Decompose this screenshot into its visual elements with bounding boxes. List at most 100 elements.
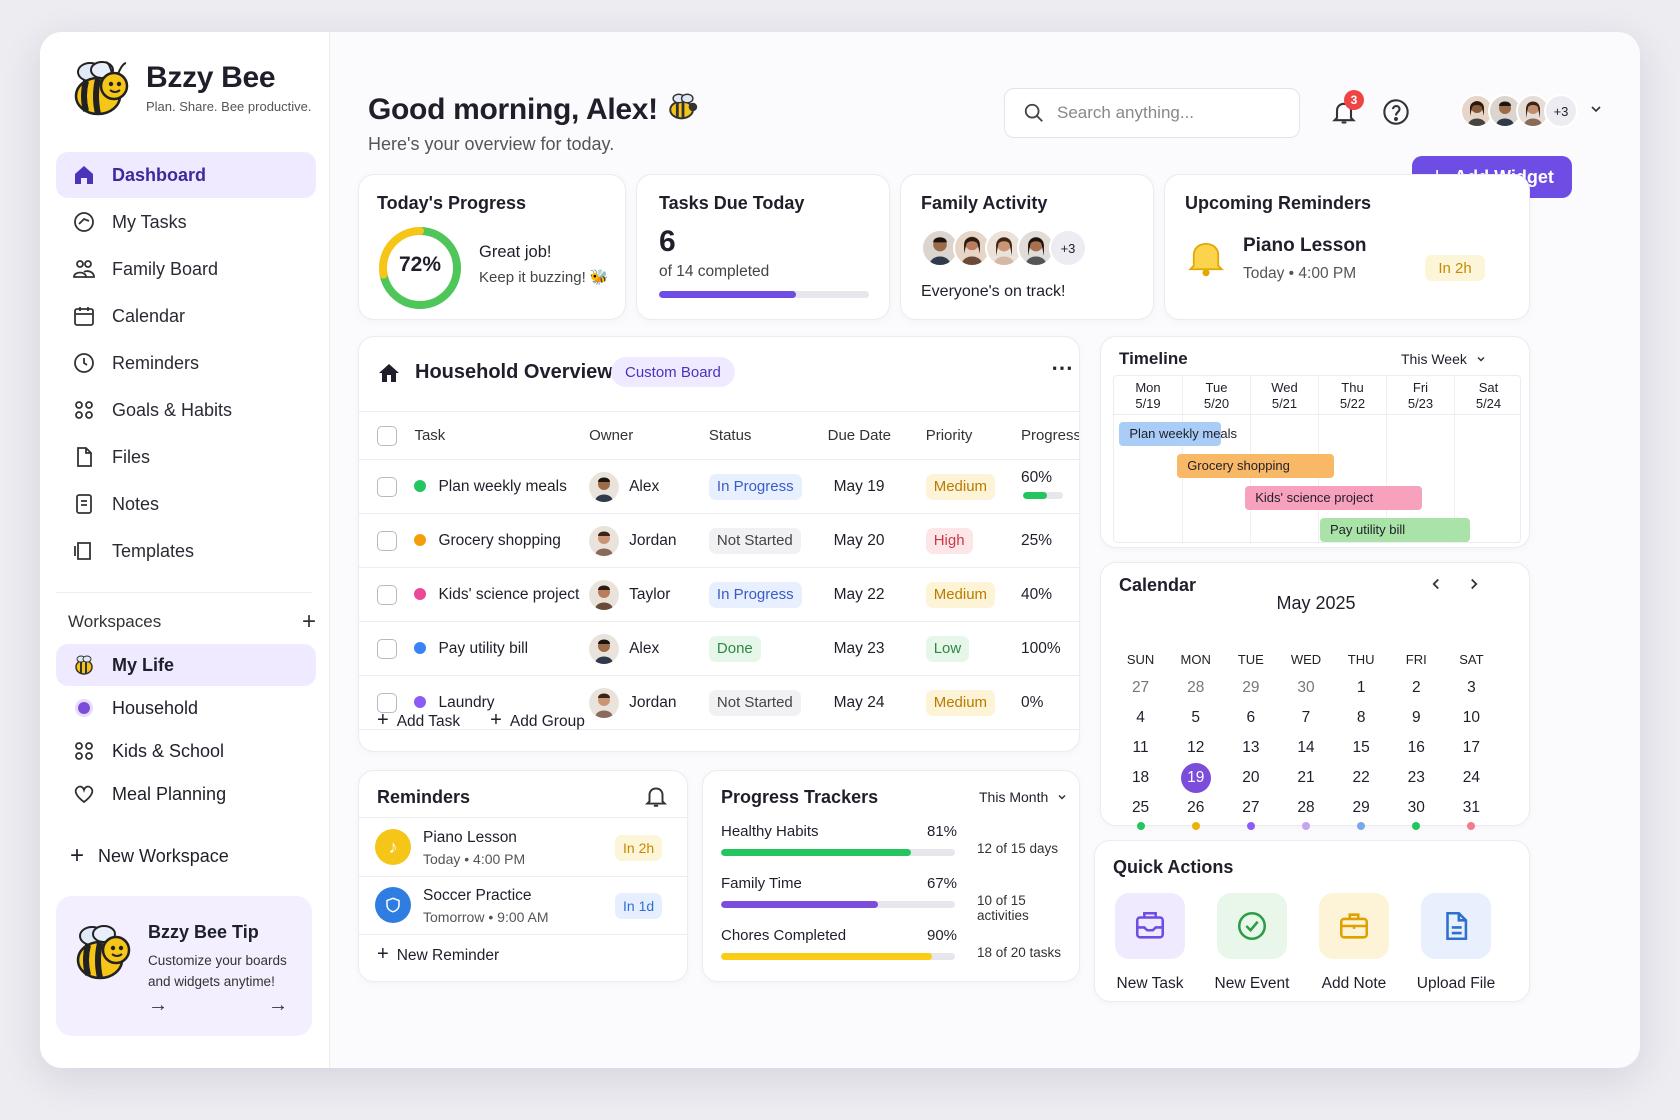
help-icon[interactable] [1382, 98, 1410, 126]
calendar-day[interactable]: 20 [1223, 763, 1278, 793]
nav-item-files[interactable]: Files [56, 434, 316, 480]
calendar-day[interactable]: 29 [1223, 673, 1278, 703]
calendar-day[interactable]: 28 [1278, 793, 1333, 830]
calendar-day[interactable]: 3 [1444, 673, 1499, 703]
calendar-day[interactable]: 23 [1389, 763, 1444, 793]
select-all-checkbox[interactable] [377, 425, 397, 446]
add-workspace-icon[interactable]: + [302, 610, 316, 634]
reminder-badge: In 1d [615, 893, 663, 919]
nav-item-reminders[interactable]: Reminders [56, 340, 316, 386]
calendar-day[interactable]: 1 [1334, 673, 1389, 703]
nav-item-templates[interactable]: Templates [56, 528, 316, 574]
calendar-day[interactable]: 27 [1223, 793, 1278, 830]
calendar-day[interactable]: 19 [1168, 763, 1223, 793]
col-status: Status [708, 411, 828, 460]
status-badge: Not Started [708, 527, 801, 554]
calendar-day[interactable]: 7 [1278, 703, 1333, 733]
table-row[interactable]: Pay utility bill Alex Done May 23 Low 100% [359, 621, 1079, 676]
custom-board-tag[interactable]: Custom Board [611, 357, 735, 387]
family-status: Everyone's on track! [921, 283, 1066, 300]
col-priority: Priority [925, 411, 1021, 460]
more-members-badge[interactable]: +3 [1544, 94, 1578, 128]
calendar-day[interactable]: 12 [1168, 733, 1223, 763]
workspace-household[interactable]: Household [56, 687, 316, 729]
add-task-button[interactable]: + Add Task [377, 709, 460, 732]
search-input[interactable]: Search anything... [1004, 88, 1300, 138]
workspace-my-life[interactable]: My Life [56, 644, 316, 686]
calendar-day[interactable]: 14 [1278, 733, 1333, 763]
bell-icon[interactable] [643, 783, 669, 809]
member-avatars[interactable]: +3 [1460, 94, 1604, 128]
new-workspace-button[interactable]: + New Workspace [70, 844, 229, 868]
calendar-day[interactable]: 9 [1389, 703, 1444, 733]
calendar-day[interactable]: 31 [1444, 793, 1499, 830]
reminder-item[interactable]: Soccer Practice Tomorrow • 9:00 AM In 1d [359, 877, 687, 935]
calendar-day[interactable]: 25 [1113, 793, 1168, 830]
calendar-day[interactable]: 27 [1113, 673, 1168, 703]
row-checkbox[interactable] [377, 476, 397, 497]
nav-item-notes[interactable]: Notes [56, 481, 316, 527]
trackers-range-select[interactable]: This Month [979, 789, 1068, 805]
nav-item-family-board[interactable]: Family Board [56, 246, 316, 292]
workspace-meal-planning[interactable]: Meal Planning [56, 773, 316, 815]
table-row[interactable]: Kids' science project Taylor In Progress Ma… [359, 567, 1079, 622]
quick-action-new-event[interactable]: New Event [1207, 893, 1297, 993]
timeline-bar[interactable]: Plan weekly meals [1119, 422, 1237, 446]
file-icon [77, 447, 92, 467]
nav-item-goals-habits[interactable]: Goals & Habits [56, 387, 316, 433]
nav-label: Templates [112, 540, 195, 561]
calendar-day[interactable]: 22 [1334, 763, 1389, 793]
calendar-day[interactable]: 8 [1334, 703, 1389, 733]
tracker-bar [721, 901, 955, 908]
workspace-kids-school[interactable]: Kids & School [56, 730, 316, 772]
new-reminder-button[interactable]: + New Reminder [377, 943, 499, 966]
tracker-label: Chores Completed [721, 927, 847, 944]
bee-icon [75, 655, 93, 675]
calendar-day[interactable]: 30 [1278, 673, 1333, 703]
calendar-day[interactable]: 17 [1444, 733, 1499, 763]
calendar-day[interactable]: 28 [1168, 673, 1223, 703]
nav-item-dashboard[interactable]: Dashboard [56, 152, 316, 198]
tip-next-arrow-icon[interactable]: → [268, 994, 288, 1017]
weekday-label: FRI [1405, 651, 1427, 667]
row-checkbox[interactable] [377, 530, 397, 551]
calendar-day[interactable]: 11 [1113, 733, 1168, 763]
nav-item-calendar[interactable]: Calendar [56, 293, 316, 339]
calendar-day[interactable]: 4 [1113, 703, 1168, 733]
timeline-bar[interactable]: Grocery shopping [1177, 454, 1334, 478]
calendar-day[interactable]: 15 [1334, 733, 1389, 763]
timeline-bar[interactable]: Kids' science project [1245, 486, 1422, 510]
calendar-day[interactable]: 30 [1389, 793, 1444, 830]
quick-action-new-task[interactable]: New Task [1105, 893, 1195, 993]
more-options-icon[interactable]: ⋯ [1051, 355, 1074, 381]
quick-action-add-note[interactable]: Add Note [1309, 893, 1399, 993]
calendar-day[interactable]: 2 [1389, 673, 1444, 703]
calendar-day[interactable]: 21 [1278, 763, 1333, 793]
calendar-day[interactable]: 18 [1113, 763, 1168, 793]
timeline-range-select[interactable]: This Week [1401, 351, 1487, 367]
reminder-item[interactable]: ♪ Piano Lesson Today • 4:00 PM In 2h [359, 819, 687, 877]
row-checkbox[interactable] [377, 638, 397, 659]
add-group-button[interactable]: + Add Group [490, 709, 585, 732]
calendar-day[interactable]: 29 [1334, 793, 1389, 830]
nav-item-my-tasks[interactable]: My Tasks [56, 199, 316, 245]
timeline-bar[interactable]: Pay utility bill [1320, 518, 1470, 542]
calendar-day[interactable]: 10 [1444, 703, 1499, 733]
calendar-day[interactable]: 26 [1168, 793, 1223, 830]
calendar-day[interactable]: 24 [1444, 763, 1499, 793]
calendar-day[interactable]: 5 [1168, 703, 1223, 733]
calendar-day[interactable]: 16 [1389, 733, 1444, 763]
quick-action-upload-file[interactable]: Upload File [1411, 893, 1501, 993]
more-family-badge[interactable]: +3 [1049, 229, 1087, 267]
calendar-day[interactable]: 6 [1223, 703, 1278, 733]
chevron-down-icon[interactable] [1588, 101, 1604, 122]
task-name: Plan weekly meals [438, 477, 567, 495]
brand-logo[interactable]: Bzzy Bee Plan. Share. Bee productive. [68, 54, 312, 120]
tip-prev-arrow-icon[interactable]: → [148, 994, 168, 1017]
table-row[interactable]: Grocery shopping Jordan Not Started May 20 H… [359, 513, 1079, 568]
calendar-day[interactable]: 13 [1223, 733, 1278, 763]
family-avatars[interactable]: +3 [921, 229, 1087, 267]
task-color-dot [414, 480, 427, 493]
row-checkbox[interactable] [377, 584, 397, 605]
table-row[interactable]: Plan weekly meals Alex In Progress May 19 Me… [359, 459, 1079, 514]
